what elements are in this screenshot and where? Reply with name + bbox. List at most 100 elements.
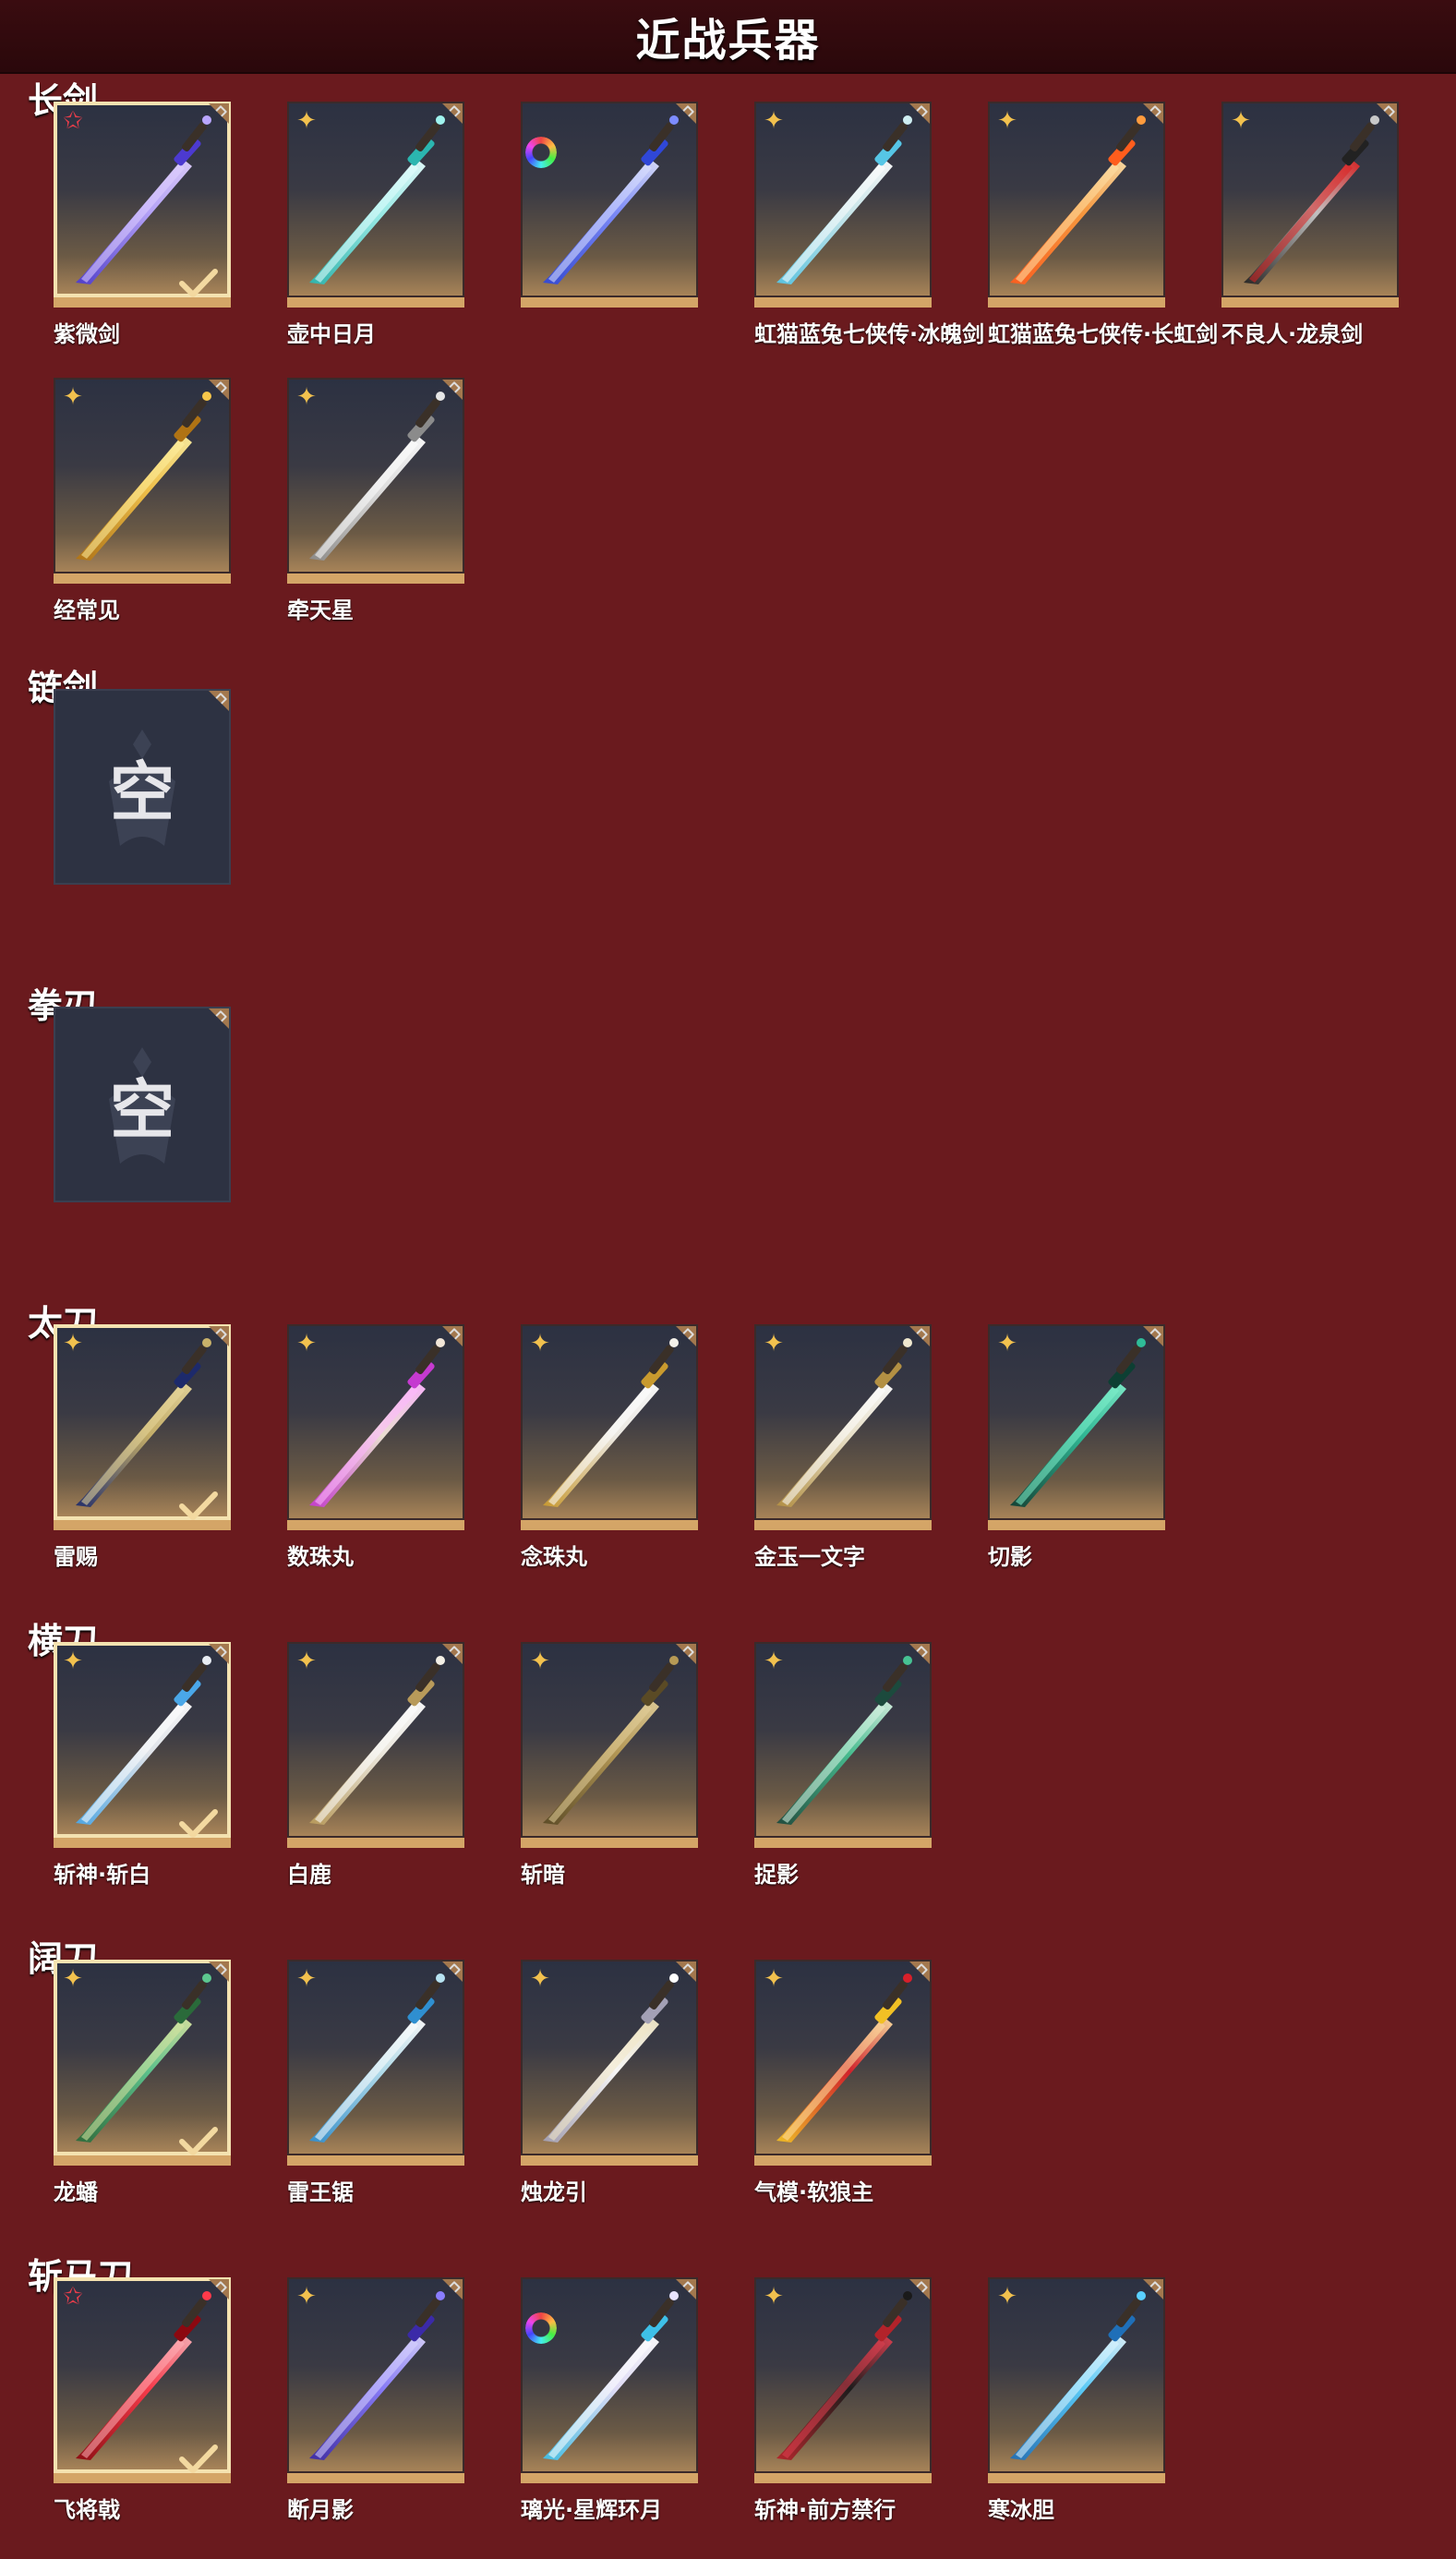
gold-star-badge-icon: ✦ <box>1231 107 1251 135</box>
weapon-name: 斩神·斩白 <box>54 1862 151 1888</box>
gold-star-badge-icon: ✦ <box>764 2283 784 2311</box>
weapon-name: 璃光·星辉环月 <box>521 2497 663 2523</box>
rarity-bar <box>54 573 231 584</box>
weapon-name: 断月影 <box>287 2497 354 2523</box>
weapon-name: 雷王锯 <box>287 2179 354 2205</box>
weapon-card[interactable] <box>521 102 698 308</box>
weapon-grid: 空 <box>54 1007 1399 1213</box>
rarity-bar <box>54 297 231 308</box>
rarity-bar <box>521 297 698 308</box>
weapon-card[interactable]: ✦ 壶中日月 <box>287 102 464 347</box>
gold-star-badge-icon: ✦ <box>296 1965 317 1993</box>
rarity-bar <box>754 1520 932 1530</box>
weapon-card[interactable]: ✦ 斩神·斩白 <box>54 1642 231 1888</box>
red-star-badge-icon: ✩ <box>63 107 83 135</box>
weapon-card[interactable]: ✦ 牵天星 <box>287 378 464 623</box>
empty-label: 空 <box>110 754 174 830</box>
weapon-name: 经常见 <box>54 598 120 623</box>
gold-star-badge-icon: ✦ <box>530 1648 550 1675</box>
weapon-card[interactable]: ✦ 雷赐 <box>54 1324 231 1570</box>
red-star-badge-icon: ✩ <box>63 2283 83 2311</box>
gold-star-badge-icon: ✦ <box>764 107 784 135</box>
rainbow-ring-icon <box>525 2312 557 2344</box>
weapon-card[interactable]: ✦ 经常见 <box>54 378 231 623</box>
weapon-name: 壶中日月 <box>287 321 376 347</box>
gold-star-badge-icon: ✦ <box>63 1330 83 1358</box>
weapon-card[interactable]: ✦ 数珠丸 <box>287 1324 464 1570</box>
weapon-card[interactable]: ✦ 龙蟠 <box>54 1960 231 2205</box>
gold-star-badge-icon: ✦ <box>63 1648 83 1675</box>
weapon-card[interactable]: ✦ 寒冰胆 <box>988 2277 1165 2523</box>
rarity-bar <box>754 2155 932 2166</box>
gold-star-badge-icon: ✦ <box>530 1965 550 1993</box>
weapon-card[interactable]: 璃光·星辉环月 <box>521 2277 698 2523</box>
weapon-name: 雷赐 <box>54 1544 98 1570</box>
weapon-grid: ✩ 飞将戟 ✦ 断月影 璃光·星辉环月 ✦ 斩神·前方禁行 ✦ 寒冰胆 <box>54 2277 1399 2523</box>
rarity-bar <box>754 1838 932 1848</box>
rarity-bar <box>287 2155 464 2166</box>
weapon-card[interactable]: ✦ 白鹿 <box>287 1642 464 1888</box>
weapon-card[interactable]: ✦ 不良人·龙泉剑 <box>1221 102 1399 347</box>
gold-star-badge-icon: ✦ <box>296 1330 317 1358</box>
rarity-bar <box>287 1520 464 1530</box>
rarity-bar <box>54 2473 231 2483</box>
weapon-card[interactable]: ✦ 斩神·前方禁行 <box>754 2277 932 2523</box>
weapon-card[interactable]: ✦ 切影 <box>988 1324 1165 1570</box>
weapon-grid: 空 <box>54 689 1399 895</box>
gold-star-badge-icon: ✦ <box>296 383 317 411</box>
page-title: 近战兵器 <box>635 15 821 66</box>
weapon-card[interactable]: ✦ 雷王锯 <box>287 1960 464 2205</box>
rarity-bar <box>1221 297 1399 308</box>
empty-slot[interactable]: 空 <box>54 689 231 895</box>
rainbow-ring-icon <box>525 137 557 168</box>
weapon-name: 气模·软狼主 <box>754 2179 874 2205</box>
weapon-card[interactable]: ✦ 烛龙引 <box>521 1960 698 2205</box>
weapon-card[interactable]: ✦ 气模·软狼主 <box>754 1960 932 2205</box>
rarity-bar <box>521 1838 698 1848</box>
weapon-card[interactable]: ✦ 虹猫蓝兔七侠传·冰魄剑 <box>754 102 984 347</box>
weapon-card[interactable]: ✦ 虹猫蓝兔七侠传·长虹剑 <box>988 102 1218 347</box>
weapon-name: 数珠丸 <box>287 1544 354 1570</box>
gold-star-badge-icon: ✦ <box>63 1965 83 1993</box>
rarity-bar <box>988 2473 1165 2483</box>
rarity-bar <box>54 2155 231 2166</box>
weapon-name: 念珠丸 <box>521 1544 587 1570</box>
weapon-grid: ✦ 雷赐 ✦ 数珠丸 ✦ 念珠丸 ✦ 金玉一文字 ✦ 切影 <box>54 1324 1399 1570</box>
gold-star-badge-icon: ✦ <box>764 1330 784 1358</box>
gold-star-badge-icon: ✦ <box>63 383 83 411</box>
weapon-name: 紫微剑 <box>54 321 120 347</box>
weapon-card[interactable]: ✦ 斩暗 <box>521 1642 698 1888</box>
rarity-bar <box>287 573 464 584</box>
weapon-name: 牵天星 <box>287 598 354 623</box>
rarity-bar <box>521 2473 698 2483</box>
weapon-name: 不良人·龙泉剑 <box>1221 321 1364 347</box>
gold-star-badge-icon: ✦ <box>296 107 317 135</box>
weapon-name: 烛龙引 <box>521 2179 587 2205</box>
weapon-card[interactable]: ✦ 念珠丸 <box>521 1324 698 1570</box>
weapon-name: 切影 <box>988 1544 1032 1570</box>
weapon-card[interactable]: ✩ 飞将戟 <box>54 2277 231 2523</box>
gold-star-badge-icon: ✦ <box>530 1330 550 1358</box>
weapon-grid: ✦ 龙蟠 ✦ 雷王锯 ✦ 烛龙引 ✦ 气模·软狼主 <box>54 1960 1399 2205</box>
rarity-bar <box>754 297 932 308</box>
weapon-name: 飞将戟 <box>54 2497 120 2523</box>
rarity-bar <box>54 1520 231 1530</box>
weapon-name: 捉影 <box>754 1862 799 1888</box>
weapon-card[interactable]: ✩ 紫微剑 <box>54 102 231 347</box>
weapon-card[interactable]: ✦ 捉影 <box>754 1642 932 1888</box>
rarity-bar <box>988 1520 1165 1530</box>
empty-slot[interactable]: 空 <box>54 1007 231 1213</box>
weapon-name: 虹猫蓝兔七侠传·长虹剑 <box>988 321 1219 347</box>
gold-star-badge-icon: ✦ <box>296 1648 317 1675</box>
weapon-name: 斩暗 <box>521 1862 565 1888</box>
rarity-bar <box>287 297 464 308</box>
weapon-name: 寒冰胆 <box>988 2497 1054 2523</box>
weapon-name: 斩神·前方禁行 <box>754 2497 896 2523</box>
weapon-card[interactable]: ✦ 金玉一文字 <box>754 1324 932 1570</box>
weapon-name: 龙蟠 <box>54 2179 98 2205</box>
page-header: 近战兵器 <box>0 0 1456 74</box>
rarity-bar <box>521 2155 698 2166</box>
weapon-name: 虹猫蓝兔七侠传·冰魄剑 <box>754 321 985 347</box>
weapon-grid: ✩ 紫微剑 ✦ 壶中日月 ✦ 虹猫蓝兔七侠传·冰魄剑 ✦ 虹猫蓝兔七侠传·长虹剑… <box>54 102 1399 623</box>
weapon-card[interactable]: ✦ 断月影 <box>287 2277 464 2523</box>
